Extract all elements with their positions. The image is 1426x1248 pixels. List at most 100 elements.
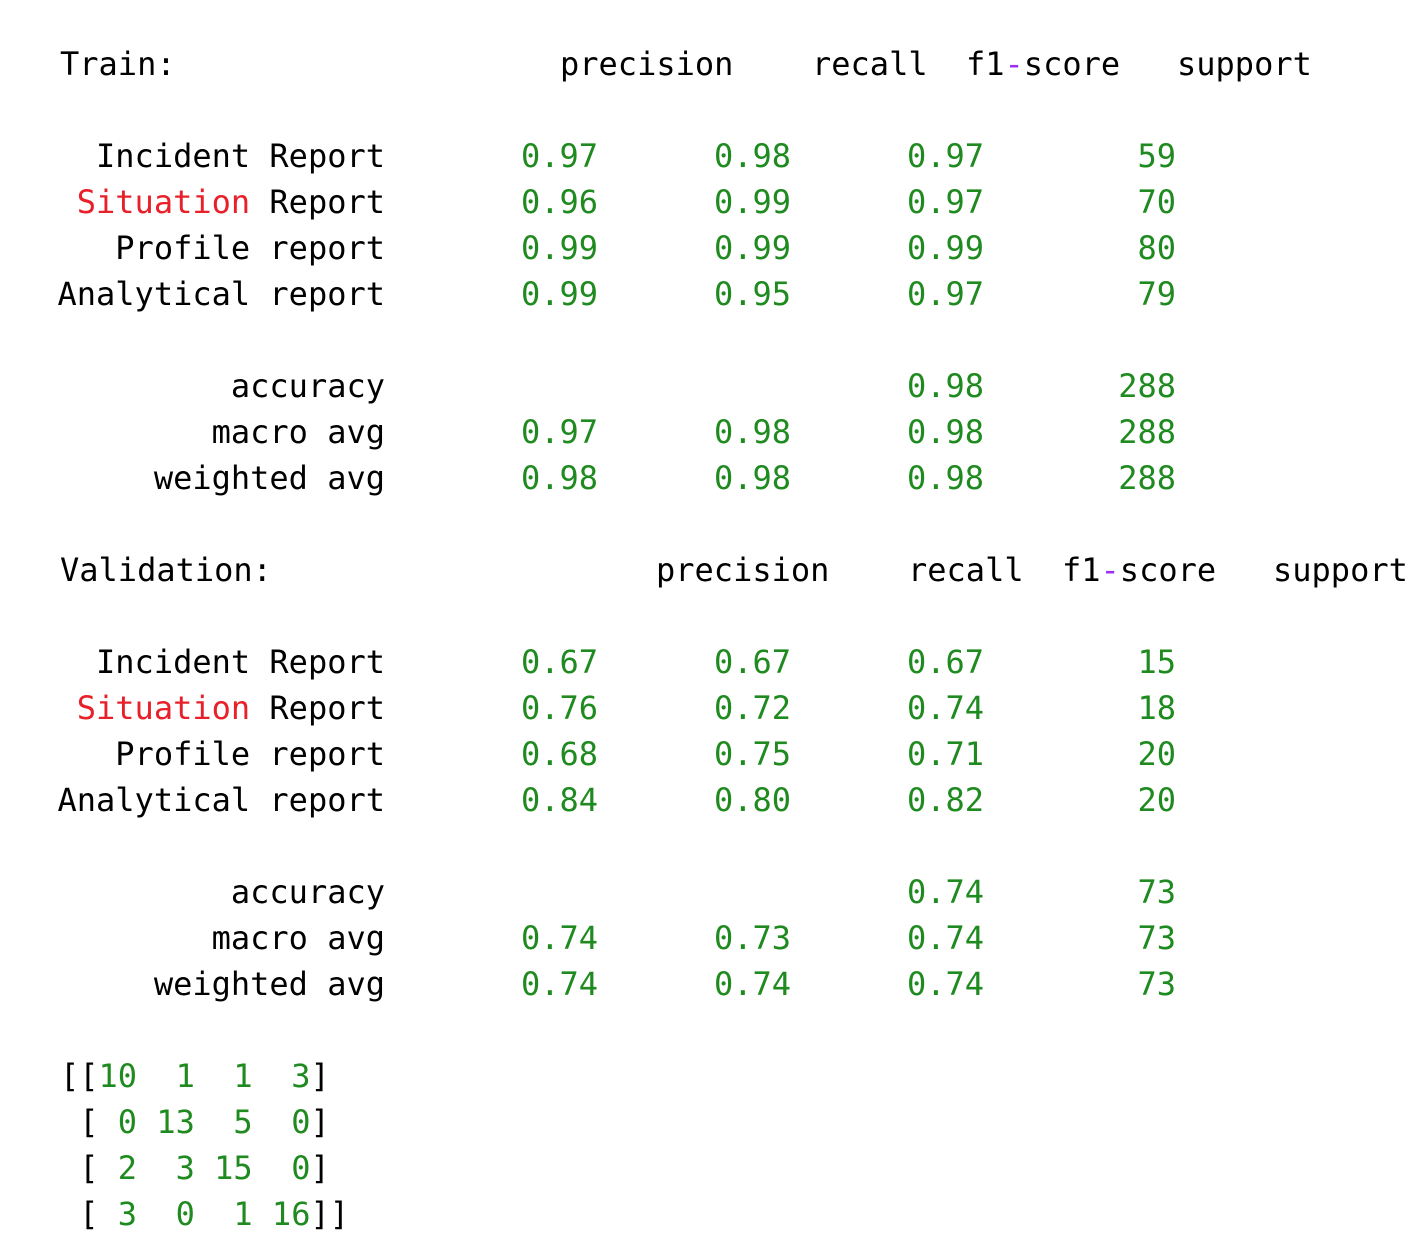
f1-suffix: score: [1023, 45, 1121, 83]
cell-f1: 0.99: [906, 229, 984, 267]
cell-f1: 0.82: [906, 781, 984, 819]
label-part-b: report: [269, 275, 385, 313]
row-label: macro avg: [211, 413, 385, 451]
cell-precision: 0.97: [520, 413, 598, 451]
matrix-cell: 13: [156, 1103, 195, 1141]
cell-precision: 0.98: [520, 459, 598, 497]
header-support: support: [1177, 45, 1312, 83]
cell-f1: 0.98: [906, 413, 984, 451]
cell-f1: 0.97: [906, 137, 984, 175]
row-label: Profile report: [45, 738, 385, 770]
matrix-cell: 1: [233, 1195, 253, 1233]
label-part-b: report: [269, 781, 385, 819]
label-part-b: report: [269, 735, 385, 773]
header-precision: precision: [560, 45, 734, 83]
cell-precision: 0.68: [520, 735, 598, 773]
cell-support: 20: [1137, 735, 1176, 773]
label-part-b: Report: [269, 137, 385, 175]
cell-support: 288: [1118, 459, 1176, 497]
matrix-cell: 10: [98, 1057, 138, 1095]
cell-precision: 0.74: [520, 965, 598, 1003]
matrix-row: [ 2 3 15 0]: [60, 1149, 330, 1187]
cell-f1: 0.74: [906, 873, 984, 911]
cell-precision: 0.96: [520, 183, 598, 221]
matrix-cell: 1: [233, 1057, 253, 1095]
matrix-cell: 15: [214, 1149, 253, 1187]
cell-recall: 0.75: [713, 735, 791, 773]
f1-dash: -: [1100, 551, 1120, 589]
cell-support: 80: [1137, 229, 1176, 267]
cell-f1: 0.67: [906, 643, 984, 681]
cell-f1: 0.97: [906, 275, 984, 313]
label-part-b: Report: [269, 643, 385, 681]
cell-f1: 0.98: [906, 459, 984, 497]
cell-recall: 0.74: [713, 965, 791, 1003]
cell-precision: 0.84: [520, 781, 598, 819]
matrix-cell: 3: [117, 1195, 138, 1233]
row-label: Analytical report: [45, 278, 385, 310]
matrix-cell: 3: [291, 1057, 311, 1095]
label-part-b: report: [269, 229, 385, 267]
row-label: Situation Report: [45, 692, 385, 724]
cell-support: 15: [1137, 643, 1176, 681]
header-f1-score: f1-score: [966, 48, 1120, 80]
cell-recall: 0.98: [713, 413, 791, 451]
matrix-cell: 0: [291, 1149, 311, 1187]
cell-recall: 0.99: [713, 229, 791, 267]
matrix-cell: 2: [117, 1149, 138, 1187]
row-label: Profile report: [45, 232, 385, 264]
row-label: Incident Report: [45, 140, 385, 172]
row-label: Analytical report: [45, 784, 385, 816]
row-label: weighted avg: [153, 965, 385, 1003]
label-part-b: Report: [269, 689, 385, 727]
label-part-a: Situation: [76, 183, 251, 221]
label-part-a: Situation: [76, 689, 251, 727]
row-label: accuracy: [230, 367, 385, 405]
cell-support: 288: [1118, 367, 1176, 405]
cell-recall: 0.67: [713, 643, 791, 681]
cell-support: 73: [1137, 919, 1176, 957]
label-part-a: Incident: [96, 137, 251, 175]
cell-support: 70: [1137, 183, 1176, 221]
matrix-cell: 0: [117, 1103, 138, 1141]
cell-support: 59: [1137, 137, 1176, 175]
cell-recall: 0.99: [713, 183, 791, 221]
cell-support: 79: [1137, 275, 1176, 313]
matrix-cell: 0: [291, 1103, 311, 1141]
cell-precision: 0.67: [520, 643, 598, 681]
row-label: weighted avg: [153, 459, 385, 497]
cell-f1: 0.74: [906, 965, 984, 1003]
header-f1-score: f1-score: [1062, 554, 1216, 586]
cell-support: 20: [1137, 781, 1176, 819]
matrix-cell: 3: [175, 1149, 195, 1187]
f1-prefix: f1: [966, 45, 1005, 83]
cell-recall: 0.98: [713, 459, 791, 497]
cell-recall: 0.72: [713, 689, 791, 727]
matrix-cell: 0: [175, 1195, 195, 1233]
matrix-cell: 1: [175, 1057, 195, 1095]
cell-precision: 0.99: [520, 275, 598, 313]
matrix-row: [ 0 13 5 0]: [60, 1103, 330, 1141]
label-part-a: Profile: [115, 229, 251, 267]
label-part-a: Profile: [115, 735, 251, 773]
matrix-row: [ 3 0 1 16]]: [60, 1195, 349, 1233]
header-recall: recall: [812, 45, 928, 83]
train-heading: Train:: [60, 45, 176, 83]
cell-precision: 0.97: [520, 137, 598, 175]
f1-prefix: f1: [1062, 551, 1101, 589]
cell-precision: 0.99: [520, 229, 598, 267]
f1-dash: -: [1004, 45, 1024, 83]
cell-support: 73: [1137, 965, 1176, 1003]
f1-suffix: score: [1119, 551, 1217, 589]
row-label: macro avg: [211, 919, 385, 957]
matrix-row: [[10 1 1 3]: [60, 1057, 330, 1095]
header-support: support: [1273, 551, 1408, 589]
cell-f1: 0.71: [906, 735, 984, 773]
matrix-cell: 16: [271, 1195, 311, 1233]
cell-support: 73: [1137, 873, 1176, 911]
row-label: Incident Report: [45, 646, 385, 678]
cell-recall: 0.98: [713, 137, 791, 175]
cell-support: 18: [1137, 689, 1176, 727]
label-part-a: Analytical: [57, 781, 251, 819]
cell-precision: 0.74: [520, 919, 598, 957]
